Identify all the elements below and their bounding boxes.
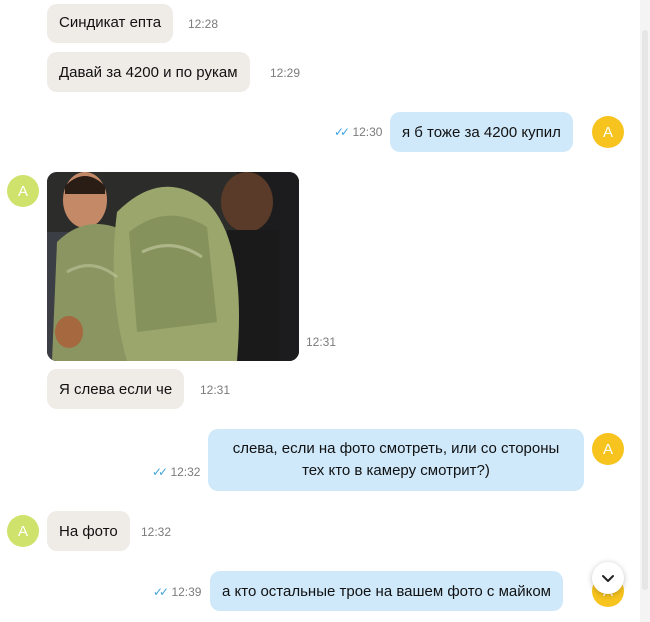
outgoing-message[interactable]: а кто остальные трое на вашем фото с май… (210, 571, 563, 611)
chevron-down-icon (602, 575, 614, 582)
outgoing-message[interactable]: слева, если на фото смотреть, или со сто… (208, 429, 584, 491)
double-check-icon: ✓✓ (153, 585, 169, 599)
avatar-initial: A (602, 440, 613, 458)
avatar-initial: A (17, 182, 28, 200)
message-time: 12:31 (306, 335, 337, 349)
message-text-line: тех кто в камеру смотрит?) (302, 462, 490, 479)
double-check-icon: ✓✓ (152, 465, 168, 479)
chat-history: Синдикат епта 12:28 Давай за 4200 и по р… (0, 0, 640, 622)
incoming-message[interactable]: На фото (47, 511, 130, 551)
message-time: 12:32 (170, 465, 201, 479)
photo-message[interactable] (47, 172, 299, 361)
photo-image (47, 172, 299, 361)
own-avatar[interactable]: A (592, 433, 624, 465)
contact-avatar[interactable]: A (7, 175, 39, 207)
message-text: а кто остальные трое на вашем фото с май… (222, 583, 551, 600)
message-time: 12:32 (141, 525, 172, 539)
own-avatar[interactable]: A (592, 116, 624, 148)
message-text: Я слева если че (59, 381, 173, 398)
message-time: 12:31 (200, 383, 231, 397)
scrollbar-thumb[interactable] (642, 30, 648, 590)
message-text: Давай за 4200 и по рукам (59, 64, 238, 81)
message-status: ✓✓ 12:39 (153, 584, 201, 600)
message-text: На фото (59, 523, 118, 540)
message-text-line: слева, если на фото смотреть, или со сто… (232, 440, 560, 457)
scrollbar[interactable] (640, 0, 650, 622)
contact-avatar[interactable]: A (7, 515, 39, 547)
outgoing-message[interactable]: я б тоже за 4200 купил (390, 112, 573, 152)
message-status: ✓✓ 12:32 (152, 464, 200, 480)
message-time: 12:28 (188, 17, 219, 31)
incoming-message[interactable]: Я слева если че (47, 369, 185, 409)
avatar-initial: A (602, 123, 613, 141)
message-time: 12:39 (171, 585, 202, 599)
double-check-icon: ✓✓ (334, 125, 350, 139)
incoming-message[interactable]: Синдикат епта (47, 4, 174, 43)
message-text: Синдикат епта (59, 14, 162, 31)
avatar-initial: A (17, 522, 28, 540)
incoming-message[interactable]: Давай за 4200 и по рукам (47, 52, 250, 92)
message-status: ✓✓ 12:30 (334, 124, 382, 140)
scroll-to-bottom-button[interactable] (592, 562, 624, 594)
message-time: 12:30 (352, 125, 383, 139)
message-text: я б тоже за 4200 купил (402, 124, 561, 141)
message-time: 12:29 (270, 66, 301, 80)
